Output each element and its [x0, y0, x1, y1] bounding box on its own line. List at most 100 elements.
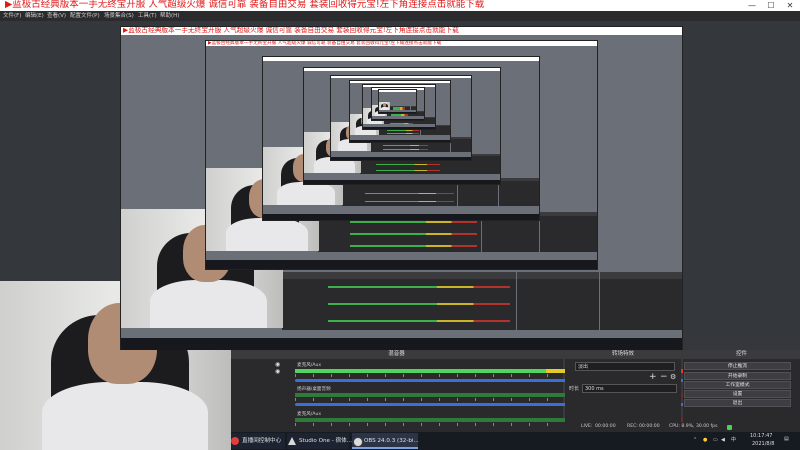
- frame-meter: [327, 285, 511, 288]
- frame-meter: [382, 144, 429, 146]
- frame-controls-header: [498, 177, 539, 181]
- menu-edit[interactable]: 编辑(E): [25, 11, 44, 21]
- frame-meter: [364, 192, 455, 194]
- live-label: LIVE:: [581, 424, 593, 429]
- frame-controls-header: [450, 137, 471, 139]
- frame-titlebar: [379, 90, 416, 92]
- start-recording-button[interactable]: 开始录制: [684, 372, 791, 380]
- window-title: ▶蓝极古经典版本一手无终宝开服 人气超级火爆 诚信可靠 装备自由交易 套装回收得…: [5, 0, 485, 10]
- task-label: 直播间控制中心: [242, 438, 282, 444]
- taskbar-item[interactable]: OBS 24.0.3 (32-bi...: [352, 433, 419, 449]
- taskbar-item[interactable]: 直播间控制中心: [230, 433, 285, 449]
- duration-label: 时长: [569, 386, 580, 392]
- frame-webcam: [379, 102, 390, 110]
- frame-titlebar: [350, 81, 450, 83]
- frame-meter: [386, 130, 420, 132]
- audio-mixer-dock: 混音器 ◉ ◉ 麦克风/Aux -1.8 dB 🔊 ⚙ 扬声器/桌面音频 0.0…: [230, 350, 781, 432]
- frame-controls: [498, 177, 539, 207]
- frame-titlebar: [331, 76, 471, 78]
- clock-time[interactable]: 10:17:47: [750, 433, 772, 440]
- taskbar-item[interactable]: Studio One - 宿体...: [287, 433, 353, 449]
- exit-button[interactable]: 退出: [684, 399, 791, 407]
- rec-label: REC:: [627, 424, 638, 429]
- frame-meter: [376, 170, 440, 172]
- frame-transitions-header: [517, 272, 599, 279]
- transition-select[interactable]: 淡出: [575, 362, 675, 371]
- recursive-preview-frame: [378, 89, 417, 114]
- stop-streaming-button[interactable]: 停止推流: [684, 362, 791, 370]
- menu-help[interactable]: 帮助(H): [160, 11, 179, 21]
- cpu-usage: CPU: 8.9%, 30.00 fps: [669, 424, 718, 429]
- menu-scene-collection[interactable]: 场景集合(S): [104, 11, 134, 21]
- frame-meter: [382, 149, 429, 151]
- frame-meter: [350, 221, 478, 223]
- menu-bar: 文件(F) 编辑(E) 查看(V) 配置文件(P) 场景集合(S) 工具(T) …: [0, 11, 800, 21]
- stream-health-indicator: [727, 425, 732, 430]
- duration-input[interactable]: 300 ms: [582, 384, 677, 393]
- clock-date[interactable]: 2021/8/8: [752, 441, 774, 448]
- lock-icon[interactable]: ◉: [275, 369, 280, 375]
- frame-controls-header: [599, 272, 682, 279]
- frame-controls-header: [424, 116, 435, 118]
- obs-icon: [353, 437, 363, 447]
- menu-profile[interactable]: 配置文件(P): [70, 11, 100, 21]
- frame-titlebar: [263, 57, 539, 61]
- webcam-scene: [379, 102, 390, 110]
- volume-icon[interactable]: ◀: [721, 437, 725, 444]
- frame-taskbar: [363, 127, 435, 129]
- frame-taskbar: [206, 260, 597, 269]
- frame-taskbar: [350, 139, 450, 142]
- app-icon: [231, 437, 239, 445]
- ime-label[interactable]: 中: [731, 437, 736, 444]
- network-icon[interactable]: ▭: [713, 437, 718, 444]
- studio-mode-button[interactable]: 工作室模式: [684, 381, 791, 389]
- menu-tools[interactable]: 工具(T): [138, 11, 157, 21]
- close-button[interactable]: ✕: [782, 0, 798, 11]
- minimize-button[interactable]: —: [744, 0, 760, 11]
- window-titlebar: ▶蓝极古经典版本一手无终宝开服 人气超级火爆 诚信可靠 装备自由交易 套装回收得…: [0, 0, 800, 11]
- frame-taskbar: [372, 118, 424, 120]
- person-shirt: [41, 382, 208, 450]
- remove-transition-button[interactable]: −: [660, 373, 668, 382]
- frame-taskbar: [379, 112, 416, 113]
- frame-controls-header: [435, 124, 450, 126]
- task-label: Studio One - 宿体...: [299, 438, 353, 444]
- weather-icon[interactable]: ●: [703, 437, 707, 444]
- frame-controls: [539, 212, 597, 253]
- frame-meter: [392, 109, 405, 111]
- frame-controls-header: [416, 110, 424, 112]
- frame-meter: [350, 233, 478, 235]
- notification-icon[interactable]: ▤: [784, 436, 789, 443]
- person-shirt: [150, 280, 267, 328]
- frame-controls: [471, 153, 500, 174]
- frame-meter: [389, 122, 413, 124]
- preview-canvas[interactable]: ▶蓝极古经典版本一手无终宝开服 人气超级火爆 诚信可靠 装备自由交易 套装回收得…: [0, 21, 800, 350]
- frame-mixer: [282, 272, 516, 330]
- frame-titlebar: [304, 68, 500, 71]
- add-transition-button[interactable]: +: [649, 373, 657, 382]
- frame-controls: [435, 124, 450, 135]
- settings-button[interactable]: 设置: [684, 390, 791, 398]
- task-label: OBS 24.0.3 (32-bi...: [364, 438, 419, 444]
- channel-name: 麦克风/Aux: [297, 363, 322, 368]
- maximize-button[interactable]: ☐: [763, 0, 779, 11]
- channel-name: 麦克风/Aux: [297, 412, 322, 417]
- frame-titlebar: ▶蓝极古经典版本一手无终宝开服 人气超级火爆 诚信可靠 装备自由交易 套装回收得…: [121, 27, 682, 35]
- menu-view[interactable]: 查看(V): [47, 11, 66, 21]
- frame-taskbar: [121, 338, 682, 350]
- scene-transitions-dock: 转场特效 淡出 + − ⚙ 时长 300 ms: [565, 350, 681, 432]
- frame-meter: [386, 133, 420, 135]
- app-icon: [288, 437, 296, 445]
- gear-icon[interactable]: ⚙: [670, 374, 676, 381]
- frame-taskbar: [304, 179, 500, 184]
- chevron-up-icon[interactable]: ⌃: [693, 437, 697, 444]
- rec-time: 00:00:00: [639, 424, 660, 429]
- frame-mixer-header: [282, 272, 516, 279]
- obs-desktop: ▶蓝极古经典版本一手无终宝开服 人气超级火爆 诚信可靠 装备自由交易 套装回收得…: [0, 0, 800, 450]
- transitions-header: 转场特效: [565, 350, 681, 359]
- menu-file[interactable]: 文件(F): [3, 11, 21, 21]
- frame-mixer: [389, 106, 406, 111]
- frame-controls: [599, 272, 682, 330]
- person-shirt: [226, 217, 308, 251]
- frame-controls: [450, 137, 471, 152]
